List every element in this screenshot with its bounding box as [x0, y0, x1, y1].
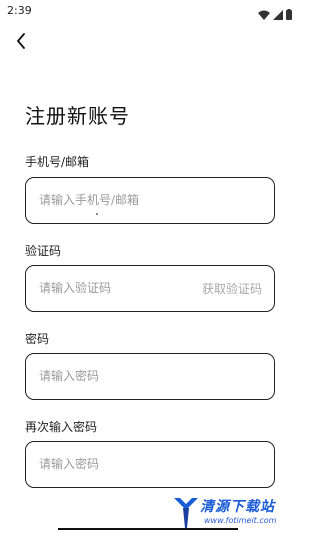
signal-icon [273, 5, 283, 24]
get-code-button[interactable]: 获取验证码 [202, 280, 262, 297]
cursor-dot [96, 213, 98, 215]
watermark: 清源下载站 www.fotimeit.com [172, 492, 300, 532]
wifi-icon [258, 5, 270, 24]
password-input[interactable] [39, 354, 199, 398]
status-icons [258, 5, 292, 24]
account-label: 手机号/邮箱 [25, 155, 90, 169]
watermark-title: 清源下载站 [200, 499, 275, 515]
password-field[interactable] [25, 353, 275, 400]
status-bar: 2:39 [0, 0, 300, 22]
code-label: 验证码 [25, 244, 62, 258]
status-time: 2:39 [7, 4, 32, 17]
confirm-password-label: 再次输入密码 [25, 420, 98, 434]
back-button[interactable] [10, 32, 32, 54]
watermark-url: www.fotimeit.com [204, 516, 277, 525]
confirm-password-field[interactable] [25, 441, 275, 488]
code-field[interactable]: 获取验证码 [25, 265, 275, 312]
confirm-password-input[interactable] [39, 442, 199, 486]
code-input[interactable] [39, 266, 199, 310]
battery-icon [286, 5, 292, 24]
watermark-logo-icon [172, 494, 200, 533]
account-input[interactable] [39, 178, 199, 222]
chevron-left-icon [16, 33, 26, 53]
account-field[interactable] [25, 177, 275, 224]
password-label: 密码 [25, 332, 50, 346]
page-title: 注册新账号 [25, 104, 130, 128]
